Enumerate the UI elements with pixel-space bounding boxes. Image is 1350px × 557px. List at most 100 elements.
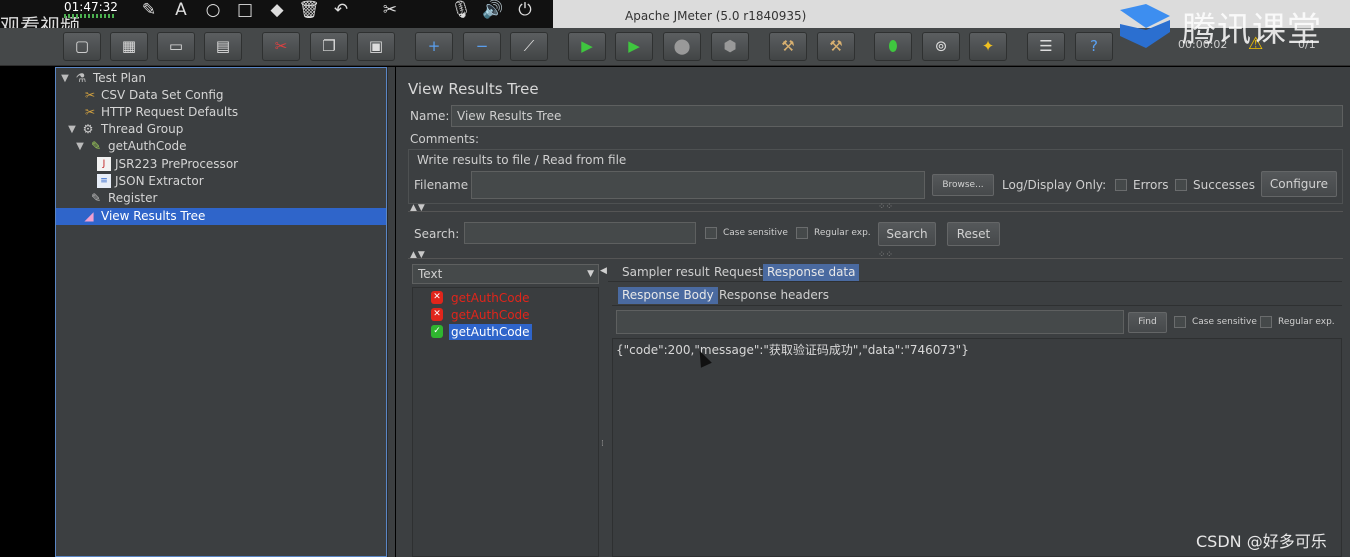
tab-response-body[interactable]: Response Body (618, 287, 718, 304)
tree-item-csv-data-set-config[interactable]: ✂ CSV Data Set Config (56, 87, 386, 104)
start-no-pause-icon[interactable]: ▶ (615, 32, 653, 61)
volume-icon[interactable]: 🔊 (481, 0, 505, 20)
find-case-sensitive-label: Case sensitive (1192, 317, 1257, 327)
tab-response-headers[interactable]: Response headers (715, 287, 833, 304)
successes-checkbox[interactable] (1175, 179, 1187, 191)
search-button[interactable]: Search (878, 222, 936, 246)
error-shield-icon: ✕ (431, 291, 443, 304)
reset-button[interactable]: Reset (947, 222, 1000, 246)
power-icon[interactable]: ⏻ (513, 0, 537, 20)
paste-icon[interactable]: ▣ (357, 32, 395, 61)
remote-start-icon[interactable]: ⚒ (769, 32, 807, 61)
script-icon: J (97, 157, 111, 171)
expanded-arrow-icon[interactable]: ▼ (75, 138, 85, 155)
tree-item-test-plan[interactable]: ▼ ⚗ Test Plan (56, 70, 386, 87)
tree-item-http-request-defaults[interactable]: ✂ HTTP Request Defaults (56, 104, 386, 121)
tree-item-getauthcode[interactable]: ▼ ✎ getAuthCode (56, 138, 386, 155)
result-item-success[interactable]: ✓ getAuthCode (413, 324, 598, 340)
expand-icon[interactable]: + (415, 32, 453, 61)
comments-label: Comments: (410, 132, 480, 146)
find-button[interactable]: Find (1128, 312, 1167, 333)
tab-sampler-result[interactable]: Sampler result (618, 264, 714, 281)
remote-shutdown-icon[interactable]: ⬮ (874, 32, 912, 61)
result-item-error[interactable]: ✕ getAuthCode (413, 307, 598, 323)
window-title: Apache JMeter (5.0 r1840935) (625, 9, 807, 23)
splitter-handle[interactable] (387, 67, 395, 557)
configure-button[interactable]: Configure (1261, 171, 1337, 197)
help-icon[interactable]: ? (1075, 32, 1113, 61)
name-field[interactable]: View Results Tree (451, 105, 1343, 127)
tools-icon[interactable]: ✂ (378, 0, 402, 20)
browse-button[interactable]: Browse... (932, 174, 994, 196)
find-input[interactable] (616, 310, 1124, 334)
clear-all-icon[interactable]: ✦ (969, 32, 1007, 61)
find-regex-checkbox[interactable] (1260, 316, 1272, 328)
error-shield-icon: ✕ (431, 308, 443, 321)
mic-icon[interactable]: 🎙 (449, 0, 473, 20)
config-icon: ✂ (84, 105, 96, 119)
result-label: getAuthCode (451, 308, 530, 322)
cut-icon[interactable]: ✂ (262, 32, 300, 61)
tree-item-label: Register (108, 191, 158, 205)
find-case-sensitive-checkbox[interactable] (1174, 316, 1186, 328)
eraser-icon[interactable]: ◆ (265, 0, 289, 20)
tree-item-label: JSR223 PreProcessor (115, 157, 239, 171)
new-icon[interactable]: ▢ (63, 32, 101, 61)
result-item-error[interactable]: ✕ getAuthCode (413, 290, 598, 306)
log-display-only-label: Log/Display Only: (1002, 178, 1107, 192)
remote-stop-icon[interactable]: ⚒ (817, 32, 855, 61)
text-icon[interactable]: A (169, 0, 193, 20)
expanded-arrow-icon[interactable]: ▼ (67, 121, 77, 138)
success-shield-icon: ✓ (431, 325, 443, 338)
stop-icon[interactable]: ⬤ (663, 32, 701, 61)
search-input[interactable] (464, 222, 696, 244)
response-body-content: {"code":200,"message":"获取验证码成功","data":"… (616, 343, 969, 357)
tree-item-view-results-tree[interactable]: ◢ View Results Tree (56, 208, 386, 225)
copy-icon[interactable]: ❐ (310, 32, 348, 61)
tree-item-thread-group[interactable]: ▼ ⚙ Thread Group (56, 121, 386, 138)
circle-icon[interactable]: ○ (201, 0, 225, 20)
result-label: getAuthCode (449, 324, 532, 340)
sample-results-list: ✕ getAuthCode ✕ getAuthCode ✓ getAuthCod… (412, 287, 599, 557)
tree-item-label: getAuthCode (108, 139, 187, 153)
panel-title: View Results Tree (408, 80, 539, 98)
filename-input[interactable] (471, 171, 925, 199)
trash-icon[interactable]: 🗑 (297, 0, 321, 20)
case-sensitive-checkbox[interactable] (705, 227, 717, 239)
collapse-left-arrow-icon[interactable]: ◀ (600, 266, 607, 276)
open-icon[interactable]: ▭ (157, 32, 195, 61)
listener-icon: ◢ (84, 209, 94, 223)
recording-toolbar: 观看视频 01:47:32 ✎ A ○ □ ◆ 🗑 ↶ ✂ 🎙 🔊 ⏻ (0, 0, 553, 38)
splitter-dots-icon[interactable]: ⁞ (601, 439, 604, 449)
shutdown-icon[interactable]: ⬢ (711, 32, 749, 61)
regex-checkbox[interactable] (796, 227, 808, 239)
search-icon[interactable]: ⊚ (922, 32, 960, 61)
tree-item-label: HTTP Request Defaults (101, 105, 239, 119)
test-plan-tree: ▼ ⚗ Test Plan ✂ CSV Data Set Config ✂ HT… (55, 67, 387, 557)
errors-checkbox[interactable] (1115, 179, 1127, 191)
tab-request[interactable]: Request (710, 264, 767, 281)
collapse-icon[interactable]: − (463, 32, 501, 61)
tab-response-data[interactable]: Response data (763, 264, 860, 281)
function-helper-icon[interactable]: ☰ (1027, 32, 1065, 61)
recording-level-meter (64, 14, 114, 18)
write-results-section: Write results to file / Read from file F… (408, 149, 1343, 204)
square-icon[interactable]: □ (233, 0, 257, 20)
start-icon[interactable]: ▶ (568, 32, 606, 61)
errors-label: Errors (1133, 178, 1169, 192)
regex-label: Regular exp. (814, 228, 871, 238)
tree-item-register[interactable]: ✎ Register (56, 190, 386, 207)
tree-item-json-extractor[interactable]: ≡ JSON Extractor (56, 173, 386, 190)
brush-icon[interactable]: ✎ (137, 0, 161, 20)
expanded-arrow-icon[interactable]: ▼ (60, 70, 70, 87)
response-body-text[interactable]: {"code":200,"message":"获取验证码成功","data":"… (612, 338, 1342, 557)
tree-item-jsr223-preprocessor[interactable]: J JSR223 PreProcessor (56, 156, 386, 173)
renderer-select[interactable]: Text ▼ (412, 264, 599, 284)
case-sensitive-label: Case sensitive (723, 228, 788, 238)
undo-icon[interactable]: ↶ (329, 0, 353, 20)
response-subtabs: Response Body Response headers (608, 285, 1342, 305)
save-icon[interactable]: ▤ (204, 32, 242, 61)
chevron-down-icon: ▼ (587, 269, 594, 279)
templates-icon[interactable]: ▦ (110, 32, 148, 61)
toggle-icon[interactable]: ⟋ (510, 32, 548, 61)
